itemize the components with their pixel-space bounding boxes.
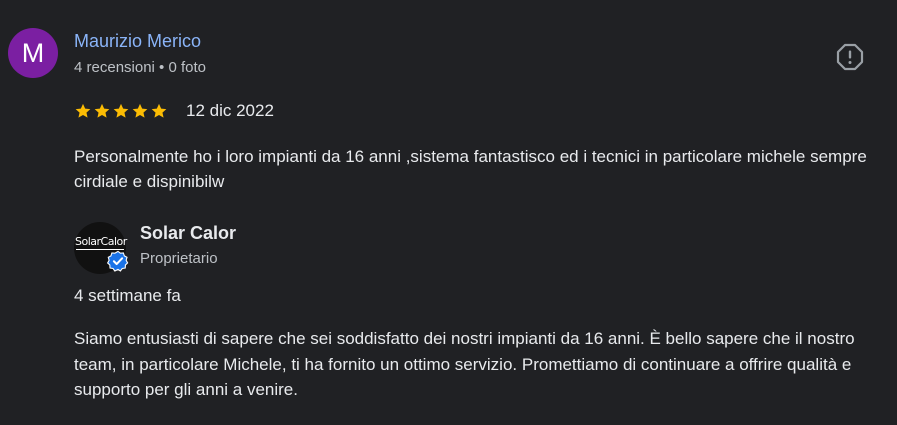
star-rating	[74, 102, 168, 120]
star-icon	[75, 103, 91, 118]
report-button[interactable]	[836, 43, 864, 71]
author-meta[interactable]: 4 recensioni • 0 foto	[74, 59, 206, 76]
owner-response-text: Siamo entusiasti di sapere che sei soddi…	[74, 329, 855, 399]
star-icon	[151, 103, 167, 118]
star-icon	[132, 103, 148, 118]
owner-name: Solar Calor	[140, 223, 237, 243]
review-text: Personalmente ho i loro impianti da 16 a…	[74, 147, 867, 191]
review-card: M Maurizio Merico 4 recensioni • 0 foto …	[0, 0, 897, 425]
author-name[interactable]: Maurizio Merico	[74, 31, 201, 52]
avatar[interactable]: M	[8, 28, 58, 78]
owner-role: Proprietario	[140, 250, 218, 267]
verified-badge-icon	[107, 250, 129, 272]
owner-logo: SolarCalor	[74, 222, 129, 274]
review-date: 12 dic 2022	[186, 101, 274, 120]
response-time: 4 settimane fa	[74, 286, 181, 305]
report-flag-icon	[836, 43, 864, 71]
owner-logo-text: SolarCalor	[75, 235, 127, 248]
rating-row: 12 dic 2022	[74, 99, 274, 123]
star-icon	[113, 103, 129, 118]
avatar-initial: M	[21, 37, 45, 68]
star-icon	[94, 103, 110, 118]
